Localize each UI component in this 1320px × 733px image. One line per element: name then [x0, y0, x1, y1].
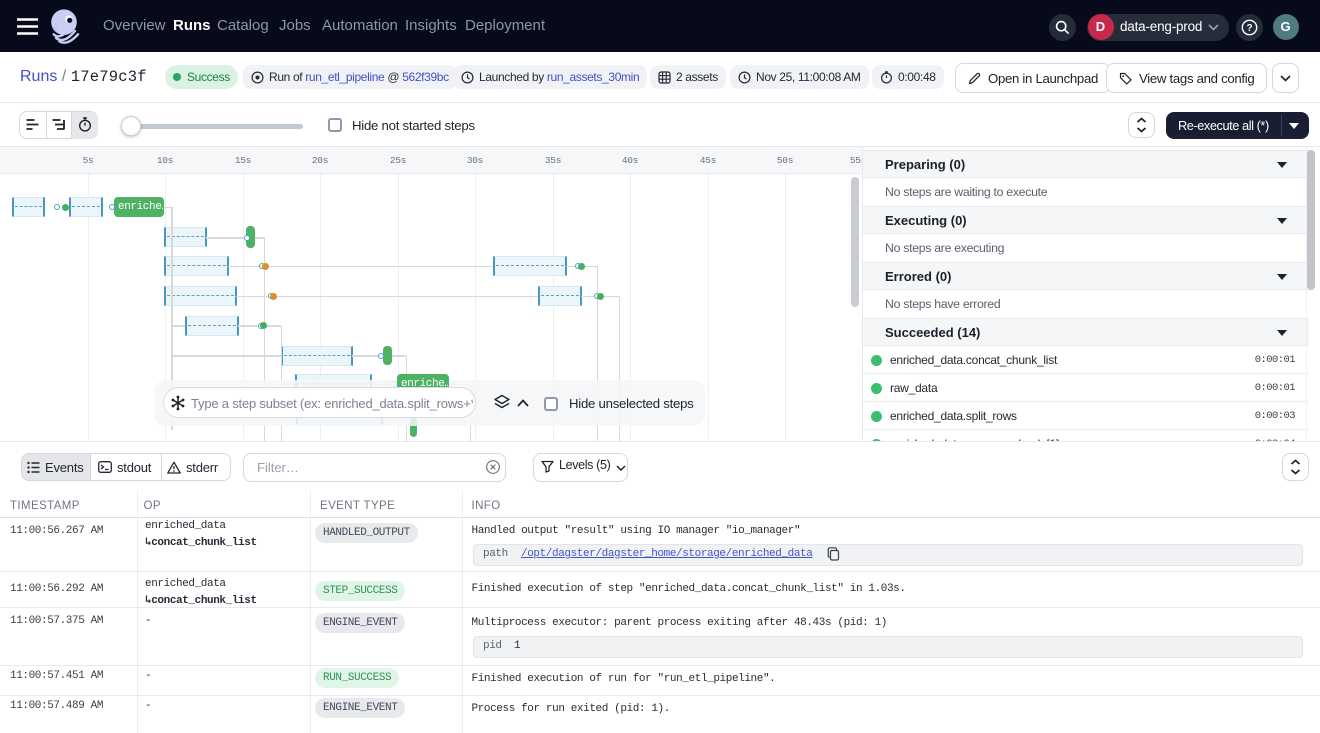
svg-text:?: ? [1246, 23, 1252, 34]
